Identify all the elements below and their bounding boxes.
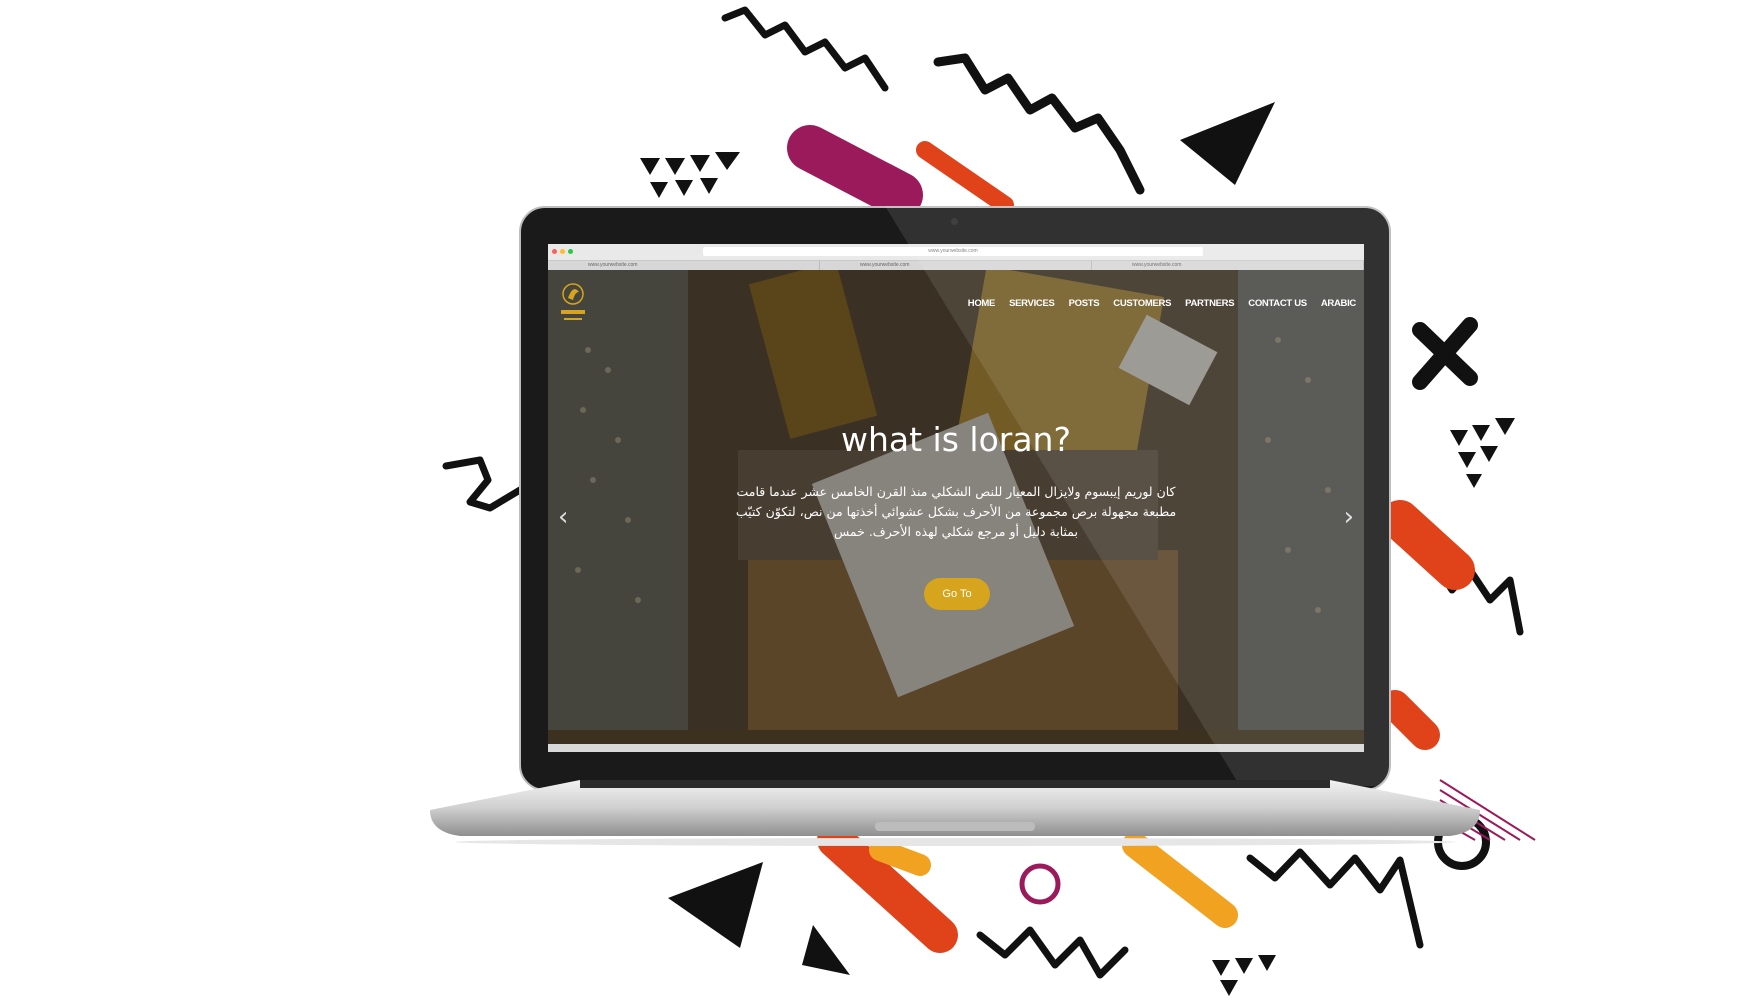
- chevron-left-icon[interactable]: ‹: [558, 502, 568, 532]
- window-controls: [552, 249, 573, 254]
- minimize-icon[interactable]: [560, 249, 565, 254]
- nav-posts[interactable]: POSTS: [1069, 298, 1100, 309]
- hero-slider: HOME SERVICES POSTS CUSTOMERS PARTNERS C…: [548, 270, 1364, 744]
- nav-customers[interactable]: CUSTOMERS: [1113, 298, 1171, 309]
- hero-title: what is loran?: [841, 420, 1071, 459]
- nav-arabic[interactable]: ARABIC: [1321, 298, 1356, 309]
- browser-tab[interactable]: www.yourwebsite.com: [820, 261, 1092, 270]
- brand-logo[interactable]: [558, 280, 588, 328]
- nav-contact-us[interactable]: CONTACT US: [1248, 298, 1307, 309]
- browser-tab[interactable]: www.yourwebsite.com: [548, 261, 820, 270]
- laptop-base: [430, 780, 1480, 846]
- chevron-right-icon[interactable]: ›: [1344, 502, 1354, 532]
- browser-tabs: www.yourwebsite.com www.yourwebsite.com …: [548, 261, 1364, 270]
- nav-services[interactable]: SERVICES: [1009, 298, 1055, 309]
- laptop-frame: www.yourwebsite.com www.yourwebsite.com …: [519, 206, 1391, 791]
- screen-bottom-bar: [548, 744, 1364, 752]
- nav-home[interactable]: HOME: [968, 298, 996, 309]
- browser-toolbar: www.yourwebsite.com: [548, 244, 1364, 261]
- camera-icon: [951, 218, 958, 225]
- go-to-button[interactable]: Go To: [924, 578, 990, 610]
- browser-tab[interactable]: www.yourwebsite.com: [1092, 261, 1364, 270]
- maximize-icon[interactable]: [568, 249, 573, 254]
- close-icon[interactable]: [552, 249, 557, 254]
- laptop-screen: www.yourwebsite.com www.yourwebsite.com …: [548, 244, 1364, 752]
- main-nav: HOME SERVICES POSTS CUSTOMERS PARTNERS C…: [968, 298, 1357, 309]
- hero-description: كان لوريم إيبسوم ولايزال المعيار للنص ال…: [735, 484, 1177, 539]
- address-bar[interactable]: www.yourwebsite.com: [703, 247, 1203, 256]
- nav-partners[interactable]: PARTNERS: [1185, 298, 1234, 309]
